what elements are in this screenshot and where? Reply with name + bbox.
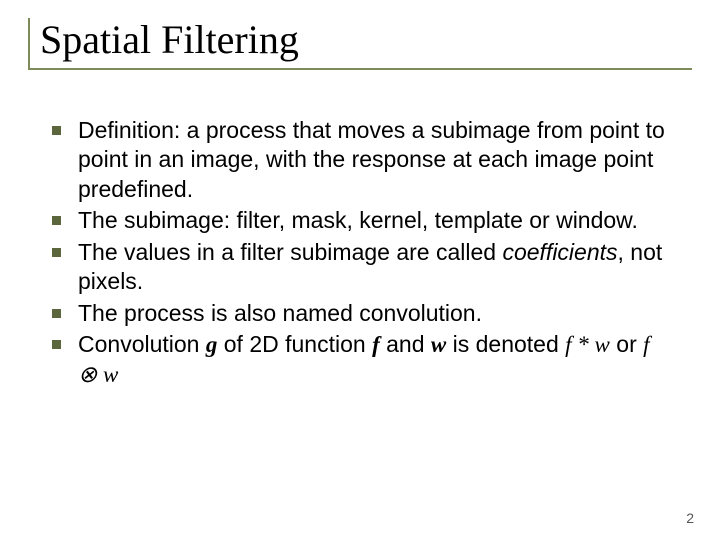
bullet-text: is denoted xyxy=(446,331,565,357)
bullet-text: and xyxy=(380,331,431,357)
math-f: f xyxy=(372,332,380,357)
math-w: w xyxy=(431,332,446,357)
bullet-item-3: The values in a filter subimage are call… xyxy=(46,238,674,297)
bullet-text: The values in a filter subimage are call… xyxy=(78,239,502,265)
bullet-item-2: The subimage: filter, mask, kernel, temp… xyxy=(46,206,674,235)
bullet-text: The process is also named convolution. xyxy=(78,300,482,326)
bullet-text: of 2D function xyxy=(217,331,372,357)
bullet-item-5: Convolution g of 2D function f and w is … xyxy=(46,330,674,389)
page-number: 2 xyxy=(686,510,694,526)
math-g: g xyxy=(206,332,218,357)
bullet-item-4: The process is also named convolution. xyxy=(46,299,674,328)
slide-title: Spatial Filtering xyxy=(40,18,692,62)
bullet-text: or xyxy=(610,331,643,357)
bullet-list: Definition: a process that moves a subim… xyxy=(28,116,692,389)
bullet-text: The subimage: filter, mask, kernel, temp… xyxy=(78,207,638,233)
slide: Spatial Filtering Definition: a process … xyxy=(0,0,720,540)
bullet-text-emph: coefficients xyxy=(502,239,617,265)
bullet-item-1: Definition: a process that moves a subim… xyxy=(46,116,674,204)
bullet-text: Definition: a process that moves a subim… xyxy=(78,117,665,202)
title-container: Spatial Filtering xyxy=(28,18,692,70)
math-fw-star: f * w xyxy=(565,332,610,357)
bullet-text: Convolution xyxy=(78,331,206,357)
